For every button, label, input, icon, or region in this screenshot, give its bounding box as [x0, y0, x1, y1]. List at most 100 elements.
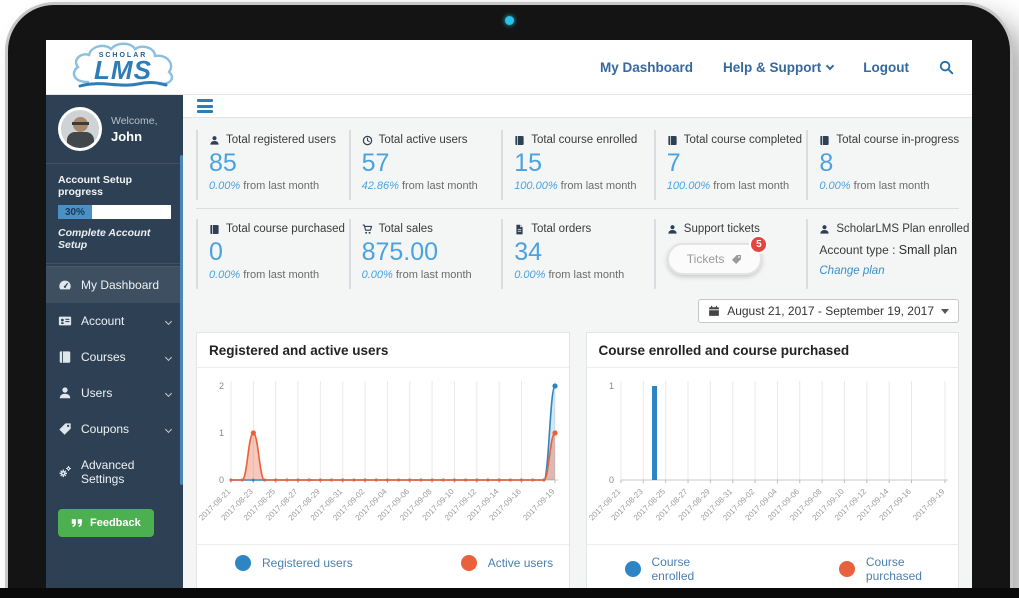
stat-total-registered-users: Total registered users 85 0.00% from las… [196, 130, 349, 200]
stat-total-course-enrolled: Total course enrolled 15 100.00% from la… [501, 130, 654, 200]
sidebar-item-label: Advanced Settings [81, 458, 171, 486]
user-icon [819, 224, 830, 235]
svg-text:2017-09-19: 2017-09-19 [521, 487, 557, 523]
stat-total-sales: Total sales 875.00 0.00% from last month [349, 219, 502, 289]
sidebar-item-label: Account [81, 314, 124, 328]
stat-percent: 100.00% [667, 180, 710, 192]
sidebar-item-users[interactable]: Users [46, 375, 183, 411]
feedback-button-label: Feedback [90, 517, 141, 529]
sidebar-item-account[interactable]: Account [46, 303, 183, 339]
chevron-down-icon [826, 61, 834, 69]
chart-title: Registered and active users [197, 333, 569, 368]
line-chart[interactable]: 0122017-08-212017-08-232017-08-252017-08… [201, 372, 563, 544]
stat-value: 0 [209, 238, 343, 267]
stat-label: Total course purchased [226, 223, 345, 235]
legend-registered-users[interactable]: Registered users [235, 555, 353, 571]
sidebar-item-my-dashboard[interactable]: My Dashboard [46, 266, 183, 303]
stat-percent: 0.00% [209, 180, 240, 192]
svg-text:0: 0 [608, 475, 613, 485]
stat-value: 57 [362, 149, 496, 178]
legend-course-enrolled[interactable]: Course enrolled [625, 555, 731, 583]
change-plan-link[interactable]: Change plan [819, 265, 953, 277]
chart-legend: Registered users Active users [197, 544, 569, 585]
stat-value: 875.00 [362, 238, 496, 267]
svg-text:2017-09-19: 2017-09-19 [911, 487, 947, 523]
stat-suffix: from last month [399, 180, 478, 192]
user-icon [667, 224, 678, 235]
tickets-button-label: Tickets [687, 252, 725, 266]
cart-icon [362, 224, 373, 235]
hamburger-menu-icon[interactable] [193, 95, 217, 117]
stat-percent: 0.00% [514, 269, 545, 281]
main-content: Total registered users 85 0.00% from las… [183, 118, 972, 590]
legend-active-users[interactable]: Active users [461, 555, 553, 571]
nav-my-dashboard[interactable]: My Dashboard [600, 60, 693, 75]
sidebar-item-coupons[interactable]: Coupons [46, 411, 183, 447]
stats-row-2: Total course purchased 0 0.00% from last… [196, 219, 959, 289]
feedback-button[interactable]: Feedback [58, 509, 154, 537]
sidebar-scrollbar[interactable] [180, 155, 183, 485]
stat-value: 15 [514, 149, 648, 178]
clock-icon [362, 135, 373, 146]
nav-my-dashboard-label: My Dashboard [600, 60, 693, 75]
legend-course-purchased[interactable]: Course purchased [839, 555, 958, 583]
legend-label: Active users [488, 556, 553, 570]
tickets-button[interactable]: Tickets [667, 243, 763, 275]
stat-suffix: from last month [710, 180, 789, 192]
bar-chart[interactable]: 012017-08-212017-08-232017-08-252017-08-… [591, 372, 953, 544]
account-type-label: Account type : [819, 243, 898, 257]
sidebar: Welcome, John Account Setup progress 30%… [46, 95, 183, 590]
setup-progress-fill: 30% [58, 205, 92, 219]
sidebar-menu: My Dashboard Account [46, 266, 183, 497]
legend-label: Course purchased [866, 555, 958, 583]
stat-percent: 0.00% [362, 269, 393, 281]
complete-account-setup-link[interactable]: Complete Account Setup [58, 227, 171, 251]
stat-plan-enrolled: ScholarLMS Plan enrolled Account type : … [806, 219, 959, 289]
search-icon[interactable] [939, 60, 954, 75]
chevron-down-icon [165, 425, 172, 432]
stat-suffix: from last month [545, 269, 624, 281]
user-name: John [111, 129, 158, 144]
sidebar-item-label: My Dashboard [81, 278, 159, 292]
stat-label: Total sales [379, 223, 433, 235]
stat-value: 34 [514, 238, 648, 267]
setup-progress-bar: 30% [58, 205, 171, 219]
legend-dot-blue [625, 561, 641, 577]
chart-legend: Course enrolled Course purchased [587, 544, 959, 590]
nav-help-support-label: Help & Support [723, 60, 821, 75]
stat-percent: 0.00% [819, 180, 850, 192]
book-icon [667, 135, 678, 146]
sidebar-item-courses[interactable]: Courses [46, 339, 183, 375]
stat-value: 7 [667, 149, 801, 178]
main-area: Total registered users 85 0.00% from las… [183, 95, 972, 590]
book-icon [819, 135, 830, 146]
legend-dot-orange [461, 555, 477, 571]
quote-icon [71, 518, 83, 528]
date-range-picker[interactable]: August 21, 2017 - September 19, 2017 [698, 299, 959, 323]
svg-text:1: 1 [608, 381, 613, 391]
stat-total-orders: Total orders 34 0.00% from last month [501, 219, 654, 289]
svg-text:2: 2 [219, 381, 224, 391]
stat-label: Total course completed [684, 134, 802, 146]
nav-logout[interactable]: Logout [863, 60, 909, 75]
stat-suffix: from last month [240, 269, 319, 281]
stat-suffix: from last month [851, 180, 930, 192]
dashboard-icon [58, 278, 72, 292]
legend-dot-orange [839, 561, 855, 577]
stat-total-course-in-progress: Total course in-progress 8 0.00% from la… [806, 130, 959, 200]
svg-text:1: 1 [219, 428, 224, 438]
caret-down-icon [941, 309, 949, 314]
chart-title: Course enrolled and course purchased [587, 333, 959, 368]
nav-help-support[interactable]: Help & Support [723, 60, 833, 75]
app-body: Welcome, John Account Setup progress 30%… [46, 95, 972, 590]
tickets-count-badge: 5 [749, 235, 768, 254]
stat-suffix: from last month [558, 180, 637, 192]
tablet-bezel: SCHOLAR LMS My Dashboard Help & Support … [8, 5, 1010, 598]
stat-total-active-users: Total active users 57 42.86% from last m… [349, 130, 502, 200]
stat-percent: 42.86% [362, 180, 399, 192]
device-base [0, 588, 1019, 598]
sidebar-item-advanced-settings[interactable]: Advanced Settings [46, 447, 183, 497]
top-nav: My Dashboard Help & Support Logout [600, 60, 954, 75]
tag-icon [58, 422, 72, 436]
chevron-down-icon [165, 353, 172, 360]
